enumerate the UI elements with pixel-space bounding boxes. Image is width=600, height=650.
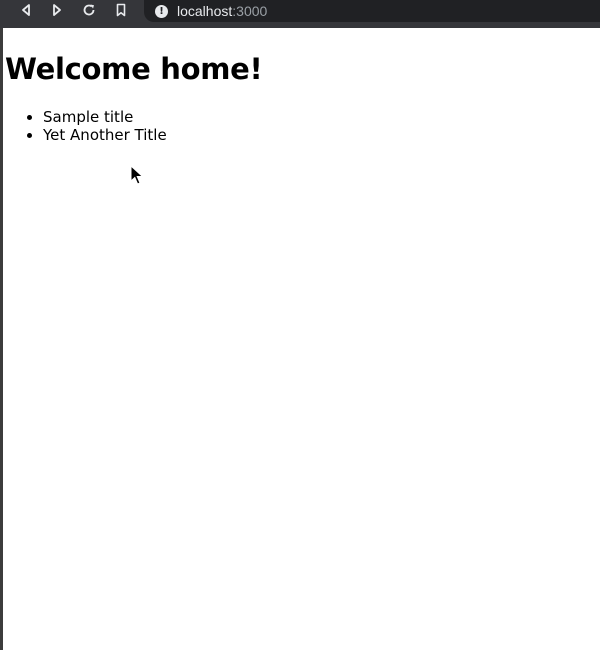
browser-toolbar: ! localhost:3000 — [0, 0, 600, 28]
mouse-pointer-icon — [130, 165, 144, 185]
url-host: localhost — [177, 3, 233, 19]
list-item: Yet Another Title — [43, 126, 167, 144]
browser-window: ! localhost:3000 Welcome home! Sample ti… — [0, 0, 600, 650]
forward-button[interactable] — [44, 0, 70, 20]
forward-arrow-icon — [53, 4, 61, 16]
back-button[interactable] — [13, 0, 39, 20]
page-title: Welcome home! — [5, 52, 263, 86]
url-port: :3000 — [232, 3, 268, 19]
address-bar[interactable]: ! localhost:3000 — [144, 0, 600, 22]
title-list: Sample title Yet Another Title — [3, 108, 167, 144]
back-arrow-icon — [22, 4, 30, 16]
reload-icon — [83, 4, 95, 16]
info-icon[interactable]: ! — [155, 4, 168, 18]
bookmark-button[interactable] — [108, 0, 134, 20]
reload-button[interactable] — [76, 0, 102, 20]
list-item: Sample title — [43, 108, 167, 126]
page-content: Welcome home! Sample title Yet Another T… — [3, 28, 600, 650]
bookmark-icon — [116, 3, 126, 17]
